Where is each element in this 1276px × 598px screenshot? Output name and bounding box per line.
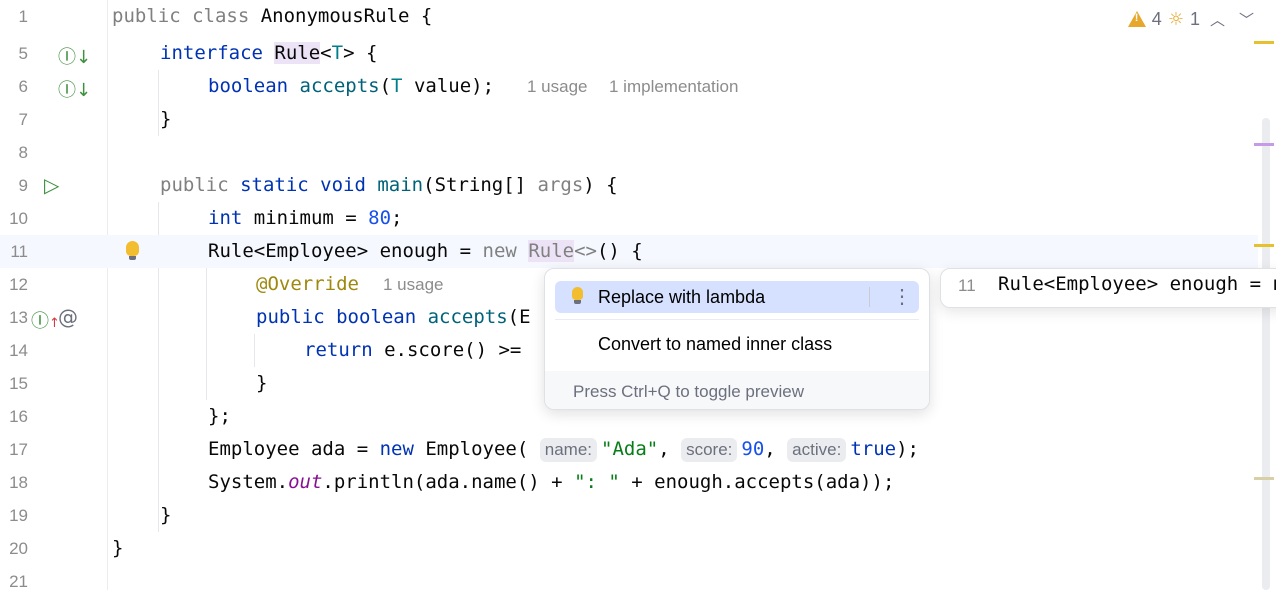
code-line[interactable]: 5 Ⓘ↓ interface Rule<T> { xyxy=(0,37,1258,70)
override-marker-icon[interactable]: @ xyxy=(58,305,78,329)
code-text: interface Rule<T> { xyxy=(160,42,378,64)
separator xyxy=(869,287,870,307)
weak-warning-count: 1 xyxy=(1189,8,1200,29)
implementations-hint[interactable]: 1 implementation xyxy=(609,77,738,97)
code-line[interactable]: 8 xyxy=(0,136,1258,169)
code-text: @Override xyxy=(256,273,359,295)
warning-stripe-marker[interactable] xyxy=(1254,244,1274,247)
line-number: 11 xyxy=(10,242,28,261)
code-line[interactable]: 18 System.out.println(ada.name() + ": " … xyxy=(0,466,1258,499)
preview-code: Rule<Employee> enough = new Employee() { xyxy=(998,273,1276,295)
code-text: } xyxy=(256,372,268,394)
code-text: System.out.println(ada.name() + ": " + e… xyxy=(208,471,895,493)
code-line[interactable]: 7 } xyxy=(0,103,1258,136)
weak-warning-icon: ☼ xyxy=(1167,8,1184,30)
line-number: 6 xyxy=(18,77,28,96)
implemented-method-icon[interactable]: Ⓘ↓ xyxy=(58,76,91,102)
code-text: int minimum = 80; xyxy=(208,207,403,229)
code-line[interactable]: 1 public class AnonymousRule { xyxy=(0,0,1258,33)
line-number: 12 xyxy=(9,275,28,294)
code-text: } xyxy=(160,108,172,130)
code-text: return e.score() >= xyxy=(304,339,522,361)
code-text: } xyxy=(160,504,172,526)
implements-method-icon[interactable]: Ⓘ↑ xyxy=(31,307,60,333)
code-line[interactable]: 21 xyxy=(0,565,1258,598)
next-highlight-icon[interactable]: ﹀ xyxy=(1235,9,1258,30)
code-line[interactable]: 17 Employee ada = new Employee( name: "Ad… xyxy=(0,433,1258,466)
param-hint-score: score: xyxy=(681,438,738,462)
code-text: }; xyxy=(208,405,231,427)
code-text: Employee ada = new Employee( name: "Ada",… xyxy=(208,438,919,462)
weak-warning-stripe-marker[interactable] xyxy=(1254,477,1274,480)
code-line[interactable]: 10 int minimum = 80; xyxy=(0,202,1258,235)
line-number: 14 xyxy=(9,341,28,360)
line-number: 20 xyxy=(9,539,28,558)
run-icon[interactable]: ▷ xyxy=(44,173,59,197)
param-hint-active: active: xyxy=(787,438,847,462)
line-number: 13 xyxy=(9,308,28,327)
convert-to-inner-class-item[interactable]: Convert to named inner class xyxy=(555,328,919,360)
popup-divider xyxy=(555,319,919,320)
line-number: 17 xyxy=(9,440,28,459)
warning-stripe-marker[interactable] xyxy=(1254,41,1274,44)
line-number: 19 xyxy=(9,506,28,525)
intention-actions-popup[interactable]: Replace with lambda ⋮ Convert to named i… xyxy=(544,268,930,410)
code-line[interactable]: 19 } xyxy=(0,499,1258,532)
warning-icon xyxy=(1127,11,1146,27)
code-text: } xyxy=(112,537,124,559)
replace-with-lambda-item[interactable]: Replace with lambda ⋮ xyxy=(555,281,919,313)
warning-count: 4 xyxy=(1151,8,1162,29)
param-hint-name: name: xyxy=(539,438,597,462)
usages-hint[interactable]: 1 usage xyxy=(527,77,588,97)
line-number: 10 xyxy=(9,209,28,228)
inspection-widget[interactable]: 4 ☼ 1 ︿ ﹀ xyxy=(1127,6,1258,32)
code-text: boolean accepts(T value); xyxy=(208,75,495,97)
item-label: Convert to named inner class xyxy=(598,334,833,354)
line-number: 18 xyxy=(9,473,28,492)
intention-preview-popup: 11 Rule<Employee> enough = new Employee(… xyxy=(940,268,1276,308)
footer-hint: Press Ctrl+Q to toggle preview xyxy=(573,382,805,401)
usage-stripe-marker[interactable] xyxy=(1254,143,1274,146)
intention-bulb-icon xyxy=(572,287,583,304)
line-number: 15 xyxy=(9,374,28,393)
line-number: 21 xyxy=(9,572,28,591)
line-number: 9 xyxy=(18,176,28,195)
popup-footer: Press Ctrl+Q to toggle preview xyxy=(545,371,929,409)
code-line[interactable]: 20 } xyxy=(0,532,1258,565)
code-text: public class AnonymousRule { xyxy=(112,5,433,27)
line-number: 7 xyxy=(18,110,28,129)
code-text: public boolean accepts(E xyxy=(256,306,531,328)
implemented-interface-icon[interactable]: Ⓘ↓ xyxy=(58,43,91,69)
line-number: 8 xyxy=(18,143,28,162)
code-line[interactable]: 6 Ⓘ↓ boolean accepts(T value); 1 usage 1… xyxy=(0,70,1258,103)
line-number: 16 xyxy=(9,407,28,426)
usages-hint[interactable]: 1 usage xyxy=(383,275,444,295)
intention-bulb-icon[interactable] xyxy=(126,241,139,260)
code-line[interactable]: 9 ▷ public static void main(String[] arg… xyxy=(0,169,1258,202)
item-label: Replace with lambda xyxy=(598,287,766,307)
vertical-scrollbar[interactable] xyxy=(1262,118,1270,590)
more-options-icon[interactable]: ⋮ xyxy=(892,284,912,309)
code-text: public static void main(String[] args) { xyxy=(160,174,618,196)
line-number: 5 xyxy=(18,44,28,63)
preview-line-number: 11 xyxy=(958,276,976,295)
code-text: Rule<Employee> enough = new Rule<>() { xyxy=(208,240,643,262)
code-line-current[interactable]: 11 Rule<Employee> enough = new Rule<>() … xyxy=(0,235,1258,268)
line-number: 1 xyxy=(18,7,28,26)
previous-highlight-icon[interactable]: ︿ xyxy=(1206,9,1229,30)
